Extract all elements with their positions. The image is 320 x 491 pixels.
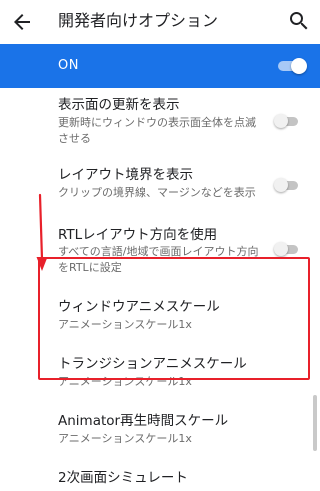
toggle-knob — [274, 114, 288, 128]
page-title: 開発者向けオプション — [58, 11, 219, 30]
setting-toggle[interactable] — [274, 242, 298, 256]
master-switch-knob — [291, 58, 307, 74]
setting-simulate-secondary-displays[interactable]: 2次画面シミュレート — [0, 463, 320, 491]
arrow-back-icon — [14, 14, 30, 30]
toggle-knob — [274, 242, 288, 256]
search-icon — [290, 12, 308, 30]
toggle-knob — [274, 178, 288, 192]
summary-line: 更新時にウィンドウの表示面全体を点滅 — [58, 116, 256, 129]
setting-title: Animator再生時間スケール — [58, 413, 229, 429]
setting-toggle[interactable] — [274, 178, 298, 192]
app-bar: 開発者向けオプション — [0, 0, 320, 44]
search-button[interactable] — [287, 9, 311, 33]
setting-summary: 更新時にウィンドウの表示面全体を点滅 させる — [58, 115, 270, 147]
setting-title: RTLレイアウト方向を使用 — [58, 227, 218, 243]
setting-summary: クリップの境界線、マージンなどを表示 — [58, 185, 288, 201]
setting-title: レイアウト境界を表示 — [58, 167, 193, 183]
master-switch-toggle[interactable] — [278, 58, 307, 74]
setting-title: 2次画面シミュレート — [58, 470, 188, 486]
summary-line: クリップの境界線、マージンなどを表示 — [58, 186, 256, 199]
summary-line: させる — [58, 132, 91, 145]
setting-animator-duration-scale[interactable]: Animator再生時間スケール アニメーションスケール1x — [0, 406, 320, 452]
setting-summary: アニメーションスケール1x — [58, 431, 270, 447]
annotation-highlight-box — [38, 257, 310, 380]
master-switch-bar[interactable]: ON — [0, 44, 320, 88]
setting-show-surface-updates[interactable]: 表示面の更新を表示 更新時にウィンドウの表示面全体を点滅 させる — [0, 88, 320, 150]
setting-title: 表示面の更新を表示 — [58, 97, 180, 113]
back-button[interactable] — [10, 10, 34, 34]
summary-line: アニメーションスケール1x — [58, 432, 192, 445]
setting-toggle[interactable] — [274, 114, 298, 128]
scrollbar[interactable] — [313, 395, 317, 451]
master-switch-label: ON — [58, 58, 79, 73]
